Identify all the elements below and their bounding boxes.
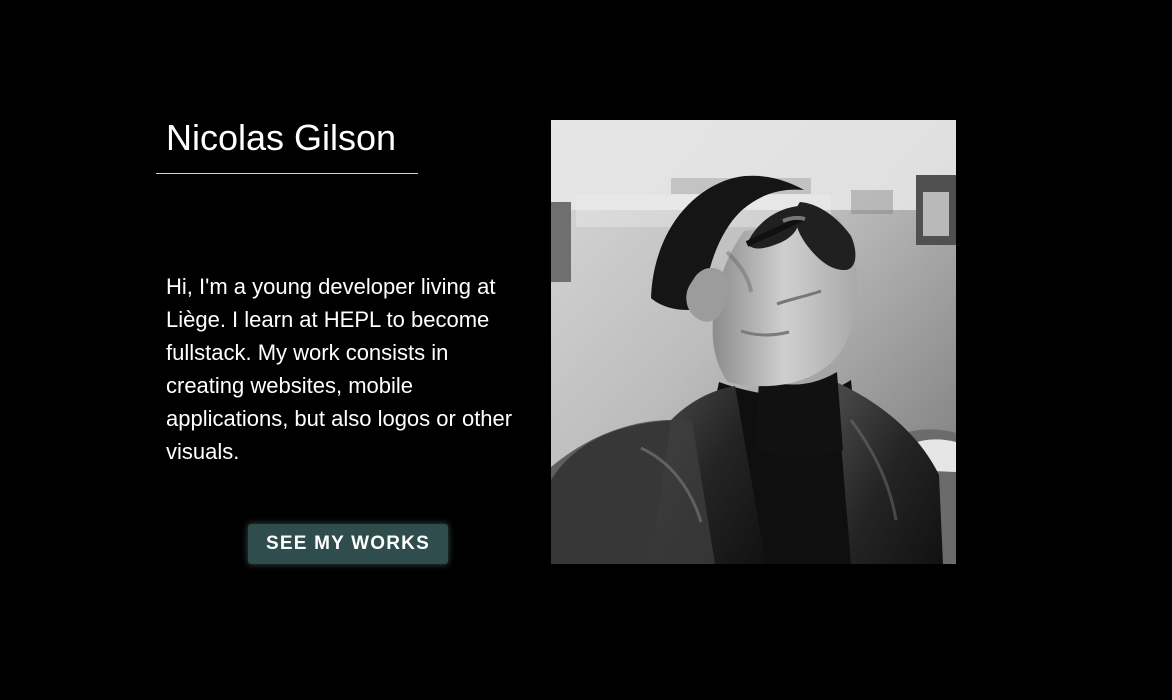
hero-section: Nicolas Gilson Hi, I'm a young developer… <box>0 0 1172 700</box>
bio-text: Hi, I'm a young developer living at Lièg… <box>166 274 513 464</box>
title-divider <box>156 173 418 174</box>
see-my-works-button[interactable]: See my works <box>248 524 448 564</box>
portrait-image <box>551 120 956 564</box>
page-title: Nicolas Gilson <box>166 117 397 158</box>
portrait-illustration <box>551 120 956 564</box>
